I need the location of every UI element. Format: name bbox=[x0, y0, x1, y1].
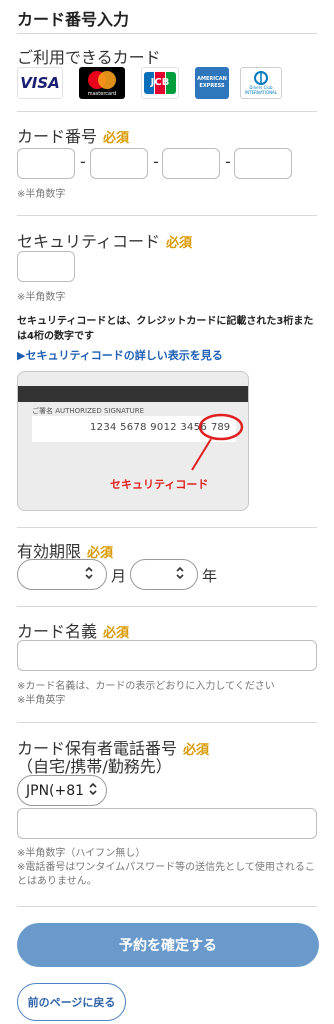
expiry-month-select[interactable] bbox=[17, 559, 107, 590]
visa-logo-icon: VISA bbox=[17, 67, 63, 99]
card-name-label: カード名義 必須 bbox=[17, 618, 129, 642]
divider bbox=[17, 215, 317, 216]
card-number-separator: - bbox=[225, 152, 231, 171]
back-button[interactable]: 前のページに戻る bbox=[17, 983, 126, 1021]
jcb-logo-text: JCB bbox=[150, 77, 170, 88]
phone-label-sub: （自宅/携帯/勤務先） bbox=[17, 757, 172, 776]
divider bbox=[17, 33, 317, 34]
country-code-select[interactable]: JPN(+81 bbox=[17, 775, 107, 806]
security-code-caption: セキュリティコード bbox=[110, 478, 209, 491]
mastercard-logo-text: mastercard bbox=[87, 91, 117, 97]
card-name-note-2: ※半角英字 bbox=[17, 695, 66, 706]
diners-logo-text: Diners Club INTERNATIONAL bbox=[244, 85, 278, 95]
phone-note-2: ※電話番号はワンタイムパスワード等の送信先として使用されることはありません。 bbox=[17, 862, 315, 887]
country-code-value: JPN(+81 bbox=[26, 782, 85, 799]
divider bbox=[17, 527, 317, 528]
divider bbox=[17, 722, 317, 723]
card-number-input-2[interactable] bbox=[90, 148, 148, 179]
card-number-label-text: カード番号 bbox=[17, 127, 98, 146]
divider bbox=[17, 906, 317, 907]
mastercard-logo-icon: mastercard bbox=[79, 67, 125, 99]
security-code-label: セキュリティコード 必須 bbox=[17, 228, 192, 252]
card-name-input[interactable] bbox=[17, 640, 317, 671]
divider bbox=[17, 606, 317, 607]
expiry-year-suffix: 年 bbox=[202, 567, 218, 585]
card-number-input-1[interactable] bbox=[17, 148, 75, 179]
divider bbox=[17, 111, 317, 112]
security-code-detail-link[interactable]: ▶セキュリティコードの詳しい表示を見る bbox=[17, 347, 223, 363]
jcb-logo-icon: JCB bbox=[141, 67, 179, 99]
diners-logo-icon: Diners Club INTERNATIONAL bbox=[240, 67, 282, 99]
diners-circle-icon bbox=[254, 71, 268, 85]
card-number-input-4[interactable] bbox=[234, 148, 292, 179]
phone-number-input[interactable] bbox=[17, 808, 317, 839]
card-name-label-text: カード名義 bbox=[17, 622, 98, 641]
select-chevron-icon bbox=[88, 782, 98, 800]
card-number-separator: - bbox=[80, 152, 86, 171]
expiry-year-select[interactable] bbox=[130, 559, 198, 590]
security-code-label-text: セキュリティコード bbox=[17, 232, 161, 251]
required-badge: 必須 bbox=[183, 743, 210, 758]
amex-logo-icon: AMERICAN EXPRESS bbox=[195, 67, 229, 99]
select-chevron-icon bbox=[175, 566, 185, 584]
expiry-month-suffix: 月 bbox=[111, 567, 127, 585]
required-badge: 必須 bbox=[103, 131, 130, 146]
security-code-note: ※半角数字 bbox=[17, 292, 66, 303]
page-title: カード番号入力 bbox=[17, 10, 130, 29]
required-badge: 必須 bbox=[103, 626, 130, 641]
security-code-input[interactable] bbox=[17, 251, 75, 282]
card-number-separator: - bbox=[153, 152, 159, 171]
accepted-cards-label: ご利用できるカード bbox=[17, 48, 161, 67]
amex-logo-text: AMERICAN EXPRESS bbox=[197, 76, 227, 89]
visa-logo-text: VISA bbox=[20, 74, 60, 92]
confirm-reservation-button[interactable]: 予約を確定する bbox=[17, 923, 319, 967]
phone-note-1: ※半角数字（ハイフン無し） bbox=[17, 848, 146, 859]
card-number-note: ※半角数字 bbox=[17, 189, 66, 200]
card-number-input-3[interactable] bbox=[162, 148, 220, 179]
card-name-note-1: ※カード名義は、カードの表示どおりに入力してください bbox=[17, 681, 275, 692]
card-number-label: カード番号 必須 bbox=[17, 123, 129, 147]
card-back-illustration: ご署名 AUTHORIZED SIGNATURE 1234 5678 9012 … bbox=[17, 371, 249, 511]
security-code-description: セキュリティコードとは、クレジットカードに記載された3桁または4桁の数字です bbox=[17, 316, 314, 342]
required-badge: 必須 bbox=[166, 236, 193, 251]
select-chevron-icon bbox=[84, 566, 94, 584]
